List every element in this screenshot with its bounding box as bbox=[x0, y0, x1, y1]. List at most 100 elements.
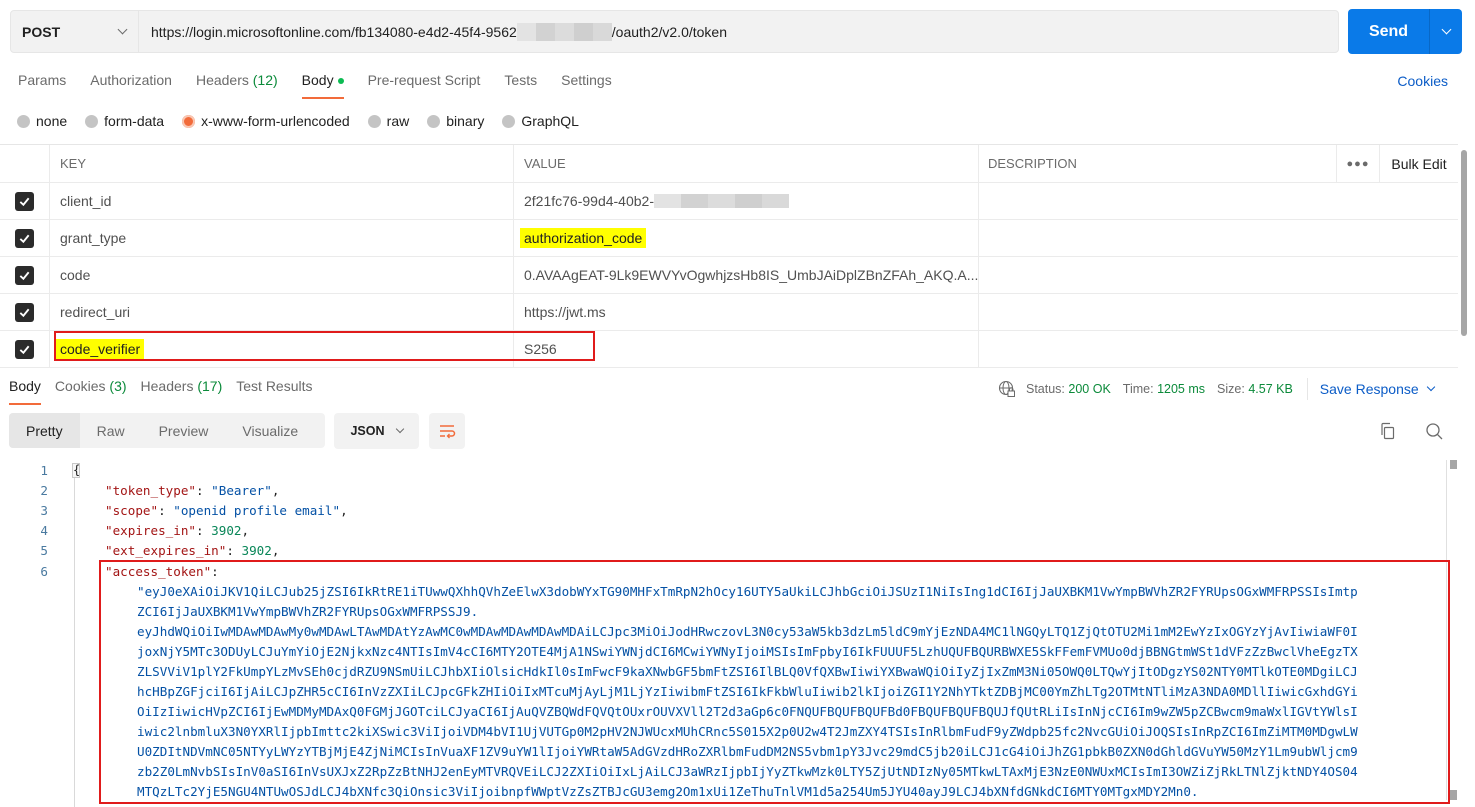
annotation-outline bbox=[99, 560, 1450, 804]
view-pretty[interactable]: Pretty bbox=[9, 413, 80, 448]
tab-settings[interactable]: Settings bbox=[561, 72, 612, 99]
value-input[interactable]: 2f21fc76-99d4-40b2- bbox=[514, 183, 979, 219]
table-header-row: KEY VALUE DESCRIPTION ●●● Bulk Edit bbox=[0, 145, 1458, 183]
save-response-label: Save Response bbox=[1319, 381, 1419, 397]
search-icon[interactable] bbox=[1424, 421, 1444, 441]
value-input[interactable]: https://jwt.ms bbox=[514, 294, 979, 330]
tab-headers[interactable]: Headers (12) bbox=[196, 72, 278, 99]
format-select[interactable]: JSON bbox=[334, 413, 419, 449]
wrap-lines-button[interactable] bbox=[429, 413, 465, 449]
http-method-label: POST bbox=[22, 23, 61, 40]
radio-x-www-form-urlencoded[interactable]: x-www-form-urlencoded bbox=[182, 113, 350, 129]
response-tab-headers[interactable]: Headers (17) bbox=[141, 378, 223, 405]
key-input[interactable]: client_id bbox=[50, 183, 514, 219]
line-number: 2 bbox=[40, 483, 48, 498]
checkmark-icon bbox=[19, 345, 30, 354]
response-tab-body[interactable]: Body bbox=[9, 378, 41, 405]
chevron-down-icon bbox=[1426, 382, 1435, 392]
description-input[interactable] bbox=[979, 294, 1458, 330]
checkbox-cell bbox=[0, 183, 50, 219]
send-options-button[interactable] bbox=[1430, 9, 1462, 54]
value-input[interactable]: 0.AVAAgEAT-9Lk9EWVYvOgwhjzsHb8IS_UmbJAiD… bbox=[514, 257, 979, 293]
bulk-edit-button[interactable]: Bulk Edit bbox=[1379, 145, 1458, 182]
value-input[interactable]: authorization_code bbox=[514, 220, 979, 256]
checkmark-icon bbox=[19, 234, 30, 243]
json-value: 3902 bbox=[211, 523, 242, 538]
line-number: 4 bbox=[40, 523, 48, 538]
tab-count: (17) bbox=[197, 378, 223, 394]
redacted-region bbox=[516, 22, 612, 41]
code-scrollbar-bottom[interactable] bbox=[1450, 790, 1457, 800]
code-line: "scope": "openid profile email", bbox=[105, 503, 348, 518]
params-scrollbar[interactable] bbox=[1461, 150, 1467, 336]
description-input[interactable] bbox=[979, 331, 1458, 367]
url-suffix: /oauth2/v2.0/token bbox=[611, 23, 727, 40]
row-checkbox[interactable] bbox=[15, 191, 34, 211]
radio-circle-icon bbox=[367, 114, 381, 128]
json-sep: : bbox=[226, 543, 242, 558]
fold-brace[interactable]: { bbox=[72, 463, 80, 478]
radio-form-data[interactable]: form-data bbox=[85, 113, 164, 129]
description-input[interactable] bbox=[979, 257, 1458, 293]
radio-graphql[interactable]: GraphQL bbox=[502, 113, 579, 129]
tab-params[interactable]: Params bbox=[18, 72, 66, 99]
radio-label: x-www-form-urlencoded bbox=[201, 113, 350, 129]
radio-label: none bbox=[36, 113, 68, 129]
view-raw[interactable]: Raw bbox=[80, 413, 142, 448]
time-label: Time: bbox=[1122, 382, 1154, 396]
key-input[interactable]: code bbox=[50, 257, 514, 293]
radio-raw[interactable]: raw bbox=[367, 113, 410, 129]
url-input[interactable]: https://login.microsoftonline.com/fb1340… bbox=[139, 22, 727, 41]
tab-body[interactable]: Body bbox=[301, 72, 344, 99]
tab-authorization[interactable]: Authorization bbox=[90, 72, 172, 99]
checkmark-icon bbox=[19, 271, 30, 280]
tab-count: (3) bbox=[109, 378, 127, 394]
row-checkbox[interactable] bbox=[15, 302, 34, 322]
http-method-select[interactable]: POST bbox=[11, 11, 139, 52]
checkbox-cell bbox=[0, 294, 50, 330]
send-button[interactable]: Send bbox=[1348, 9, 1430, 54]
radio-circle-icon bbox=[427, 114, 441, 128]
radio-none[interactable]: none bbox=[17, 113, 67, 129]
tab-pre-request-script[interactable]: Pre-request Script bbox=[368, 72, 481, 99]
row-checkbox[interactable] bbox=[15, 228, 34, 248]
response-tab-test-results[interactable]: Test Results bbox=[236, 378, 312, 405]
tab-count: (12) bbox=[252, 72, 278, 88]
response-status-bar: Status: 200 OK Time: 1205 ms Size: 4.57 … bbox=[998, 378, 1435, 400]
more-options-button[interactable]: ●●● bbox=[1336, 145, 1379, 182]
code-scrollbar-top[interactable] bbox=[1450, 460, 1457, 469]
radio-circle-icon bbox=[85, 114, 99, 128]
key-input[interactable]: grant_type bbox=[50, 220, 514, 256]
redacted-region bbox=[654, 194, 789, 208]
description-input[interactable] bbox=[979, 183, 1458, 219]
radio-label: GraphQL bbox=[521, 113, 579, 129]
row-checkbox[interactable] bbox=[15, 265, 34, 285]
description-input[interactable] bbox=[979, 220, 1458, 256]
json-key: "token_type" bbox=[105, 483, 196, 498]
response-tab-cookies[interactable]: Cookies (3) bbox=[55, 378, 127, 405]
row-checkbox[interactable] bbox=[15, 339, 34, 359]
json-value: "Bearer" bbox=[211, 483, 272, 498]
tab-tests[interactable]: Tests bbox=[504, 72, 537, 99]
view-preview[interactable]: Preview bbox=[142, 413, 226, 448]
cookies-link[interactable]: Cookies bbox=[1397, 73, 1448, 89]
json-key: "expires_in" bbox=[105, 523, 196, 538]
line-number: 1 bbox=[40, 463, 48, 478]
globe-lock-icon[interactable] bbox=[998, 380, 1016, 398]
json-key: "scope" bbox=[105, 503, 159, 518]
tab-label: Headers bbox=[195, 72, 249, 88]
size-value: 4.57 KB bbox=[1248, 382, 1293, 396]
tab-label: Body bbox=[301, 72, 334, 88]
line-number: 5 bbox=[40, 543, 48, 558]
format-label: JSON bbox=[350, 424, 385, 438]
divider bbox=[1306, 378, 1308, 400]
modified-dot-icon bbox=[337, 78, 344, 85]
save-response-button[interactable]: Save Response bbox=[1319, 381, 1435, 397]
key-input[interactable]: redirect_uri bbox=[50, 294, 514, 330]
copy-icon[interactable] bbox=[1378, 421, 1398, 441]
radio-label: raw bbox=[386, 113, 410, 129]
checkmark-icon bbox=[19, 308, 30, 317]
view-visualize[interactable]: Visualize bbox=[225, 413, 315, 448]
radio-label: binary bbox=[446, 113, 485, 129]
radio-binary[interactable]: binary bbox=[427, 113, 484, 129]
